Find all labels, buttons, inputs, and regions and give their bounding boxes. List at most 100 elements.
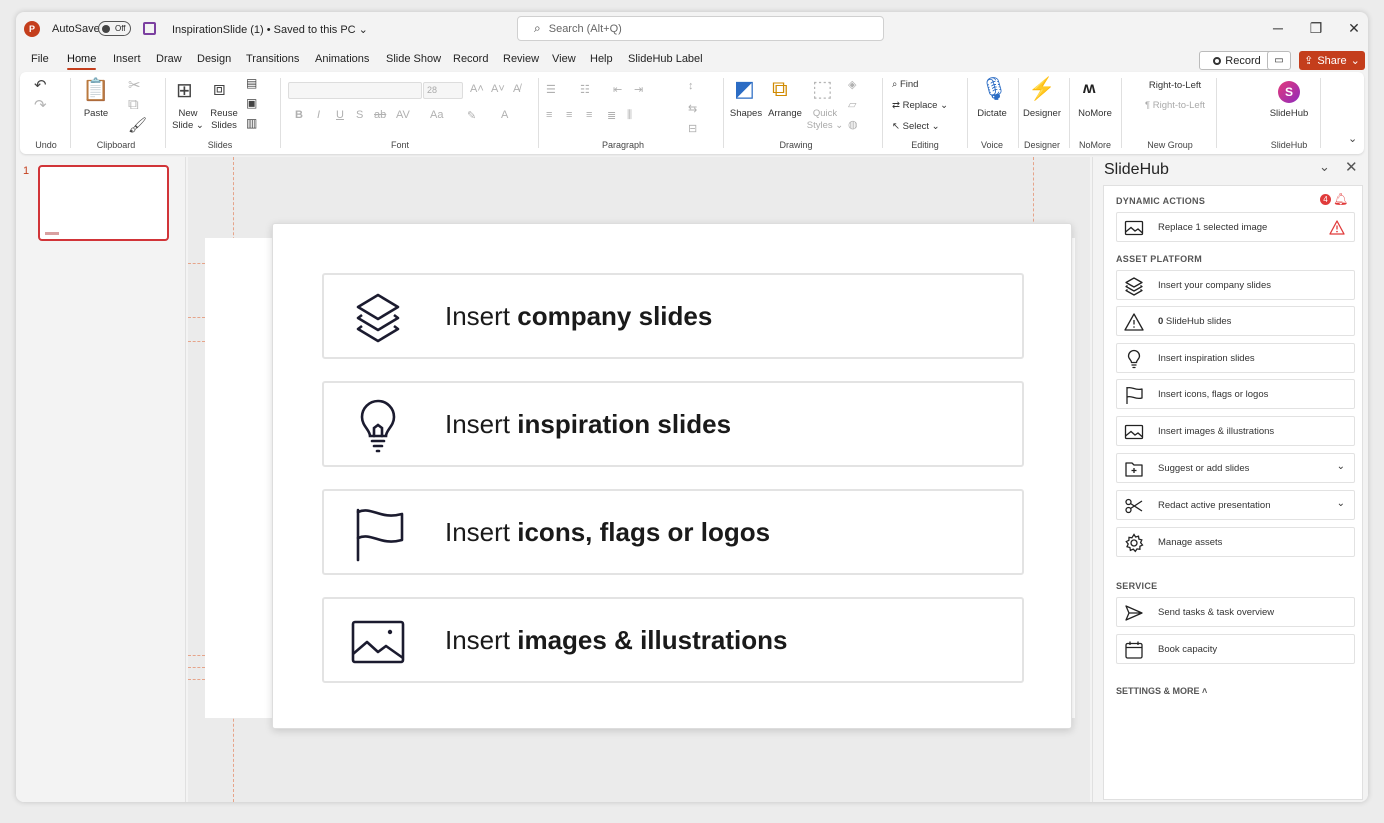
insert-images-illustrations-card[interactable]: Insert images & illustrations bbox=[322, 597, 1024, 683]
send-tasks-button[interactable]: Send tasks & task overview bbox=[1116, 597, 1355, 627]
paste-icon[interactable]: 📋 bbox=[82, 77, 109, 103]
tab-slide-show[interactable]: Slide Show bbox=[386, 53, 441, 65]
suggest-add-slides-button[interactable]: Suggest or add slides ⌄ bbox=[1116, 453, 1355, 483]
slide-thumbnail[interactable] bbox=[38, 165, 169, 241]
pane-close-icon[interactable]: ✕ bbox=[1345, 158, 1358, 176]
item-label: Insert icons, flags or logos bbox=[1158, 388, 1269, 400]
shrink-font-icon: A˅ bbox=[491, 83, 505, 95]
image-icon bbox=[1124, 424, 1144, 440]
autosave-toggle[interactable]: Off bbox=[98, 21, 131, 36]
tab-animations[interactable]: Animations bbox=[315, 53, 369, 65]
autosave-label: AutoSave bbox=[52, 23, 100, 35]
nomore-icon[interactable]: ʍ bbox=[1083, 80, 1095, 98]
insert-inspiration-slides-card[interactable]: Insert inspiration slides bbox=[322, 381, 1024, 467]
settings-more-toggle[interactable]: SETTINGS & MORE ˄ bbox=[1116, 686, 1207, 696]
undo-icon[interactable]: ↶ bbox=[34, 76, 47, 94]
tab-file[interactable]: File bbox=[31, 53, 49, 65]
insert-company-slides-button[interactable]: Insert your company slides bbox=[1116, 270, 1355, 300]
scissors-icon bbox=[1125, 498, 1143, 514]
powerpoint-window: P AutoSave Off InspirationSlide (1) • Sa… bbox=[16, 12, 1368, 802]
pane-options-icon[interactable]: ⌄ bbox=[1319, 159, 1330, 175]
arrange-icon[interactable]: ⧉ bbox=[772, 76, 788, 102]
shapes-icon[interactable]: ◩ bbox=[734, 76, 755, 102]
insert-icons-flags-logos-button[interactable]: Insert icons, flags or logos bbox=[1116, 379, 1355, 409]
format-painter-icon[interactable]: 🖌 bbox=[128, 116, 147, 134]
tab-insert[interactable]: Insert bbox=[113, 53, 141, 65]
insert-icons-flags-logos-card[interactable]: Insert icons, flags or logos bbox=[322, 489, 1024, 575]
bold-icon: B bbox=[295, 109, 303, 121]
document-title[interactable]: InspirationSlide (1) • Saved to this PC … bbox=[172, 12, 368, 46]
close-icon[interactable]: ✕ bbox=[1344, 20, 1364, 37]
font-size-select: 28 bbox=[423, 82, 463, 99]
new-slide-icon[interactable]: ⊞ bbox=[176, 78, 193, 103]
save-icon[interactable] bbox=[143, 22, 156, 35]
designer-icon[interactable]: ⚡ bbox=[1028, 76, 1055, 102]
slidehub-logo-icon[interactable]: S bbox=[1278, 81, 1300, 103]
nomore-button[interactable]: NoMore bbox=[1072, 108, 1118, 120]
paste-button[interactable]: Paste bbox=[76, 108, 116, 120]
group-slidehub-label: SlideHub bbox=[1270, 140, 1308, 150]
share-button[interactable]: ⇪ Share ⌄ bbox=[1299, 51, 1365, 70]
slidehub-button[interactable]: SlideHub bbox=[1266, 108, 1312, 120]
restore-icon[interactable]: ❐ bbox=[1306, 20, 1326, 37]
record-icon bbox=[1213, 56, 1222, 65]
insert-company-slides-card[interactable]: Insert company slides bbox=[322, 273, 1024, 359]
manage-assets-button[interactable]: Manage assets bbox=[1116, 527, 1355, 557]
bell-icon[interactable]: 🔔︎ bbox=[1333, 192, 1348, 206]
tab-transitions[interactable]: Transitions bbox=[246, 53, 299, 65]
cut-icon: ✂ bbox=[128, 77, 141, 94]
image-icon bbox=[351, 620, 405, 664]
replace-button[interactable]: ⇄ Replace ⌄ bbox=[892, 100, 948, 112]
microphone-icon[interactable]: 🎙 bbox=[980, 76, 1008, 102]
minimize-icon[interactable]: ─ bbox=[1268, 20, 1288, 36]
share-icon: ⇪ bbox=[1304, 55, 1314, 67]
group-font-label: Font bbox=[390, 140, 409, 150]
tab-record[interactable]: Record bbox=[453, 53, 488, 65]
search-input[interactable]: ⌕ Search (Alt+Q) bbox=[517, 16, 884, 41]
arrange-button[interactable]: Arrange bbox=[763, 108, 807, 120]
tab-view[interactable]: View bbox=[552, 53, 576, 65]
tab-draw[interactable]: Draw bbox=[156, 53, 182, 65]
clear-format-icon: A̸ bbox=[513, 83, 521, 95]
align-right-icon: ≡ bbox=[586, 109, 593, 121]
tab-slidehub-label[interactable]: SlideHub Label bbox=[628, 53, 703, 65]
group-paragraph-label: Paragraph bbox=[601, 140, 645, 150]
designer-button[interactable]: Designer bbox=[1019, 108, 1065, 120]
collapse-ribbon-icon[interactable]: ⌄ bbox=[1348, 132, 1357, 145]
section-icon[interactable]: ▥ bbox=[246, 116, 257, 130]
tab-design[interactable]: Design bbox=[197, 53, 231, 65]
group-nomore-label: NoMore bbox=[1078, 140, 1111, 150]
slidehub-start-dialog: Insert company slides Insert inspiration… bbox=[272, 223, 1072, 729]
guide-line bbox=[188, 679, 205, 680]
replace-image-button[interactable]: Replace 1 selected image bbox=[1116, 212, 1355, 242]
book-capacity-button[interactable]: Book capacity bbox=[1116, 634, 1355, 664]
insert-images-illustrations-button[interactable]: Insert images & illustrations bbox=[1116, 416, 1355, 446]
tab-review[interactable]: Review bbox=[503, 53, 539, 65]
select-button[interactable]: ↖ Select ⌄ bbox=[892, 121, 940, 133]
reuse-slides-button[interactable]: Reuse Slides bbox=[204, 108, 244, 132]
insert-inspiration-slides-button[interactable]: Insert inspiration slides bbox=[1116, 343, 1355, 373]
find-button[interactable]: ⌕ Find bbox=[892, 79, 918, 91]
reuse-slides-icon[interactable]: ⧈ bbox=[213, 78, 226, 101]
layout-icon[interactable]: ▤ bbox=[246, 76, 257, 90]
new-slide-button[interactable]: New Slide ⌄ bbox=[168, 108, 208, 132]
tab-help[interactable]: Help bbox=[590, 53, 613, 65]
card-label: Insert inspiration slides bbox=[445, 408, 732, 439]
dictate-button[interactable]: Dictate bbox=[970, 108, 1014, 120]
group-clipboard-label: Clipboard bbox=[96, 140, 136, 150]
slidehub-slides-button[interactable]: 0 SlideHub slides bbox=[1116, 306, 1355, 336]
redact-presentation-button[interactable]: Redact active presentation ⌄ bbox=[1116, 490, 1355, 520]
tab-home[interactable]: Home bbox=[67, 53, 97, 70]
reset-icon[interactable]: ▣ bbox=[246, 96, 257, 110]
rtl-button[interactable]: Right-to-Left bbox=[1130, 80, 1220, 92]
record-button[interactable]: Record bbox=[1199, 51, 1275, 70]
smartart-icon: ⊟ bbox=[688, 123, 698, 135]
comment-button[interactable]: ▭ bbox=[1267, 51, 1291, 70]
shapes-button[interactable]: Shapes bbox=[724, 108, 768, 120]
quick-styles-icon: ⬚ bbox=[812, 76, 833, 101]
item-label: 0 SlideHub slides bbox=[1158, 315, 1232, 327]
shape-outline-icon: ▱ bbox=[848, 99, 857, 111]
justify-icon: ≣ bbox=[607, 110, 617, 122]
notification-badge[interactable]: 4 bbox=[1320, 194, 1331, 205]
guide-line bbox=[188, 317, 205, 318]
